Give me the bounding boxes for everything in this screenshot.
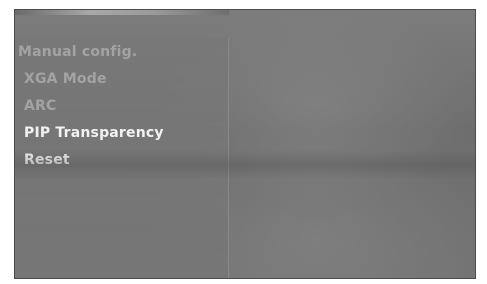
menu-item-pip-transparency[interactable]: PIP Transparency (24, 125, 164, 141)
menu-item-arc[interactable]: ARC (24, 98, 57, 114)
tv-screen: Manual config. XGA Mode ARC PIP Transpar… (14, 9, 476, 279)
menu-item-xga-mode[interactable]: XGA Mode (24, 71, 107, 87)
menu-item-reset[interactable]: Reset (24, 152, 70, 168)
menu-item-manual-config[interactable]: Manual config. (18, 44, 137, 60)
settings-menu-panel: Manual config. XGA Mode ARC PIP Transpar… (15, 38, 229, 278)
menu-top-bar (15, 10, 229, 15)
